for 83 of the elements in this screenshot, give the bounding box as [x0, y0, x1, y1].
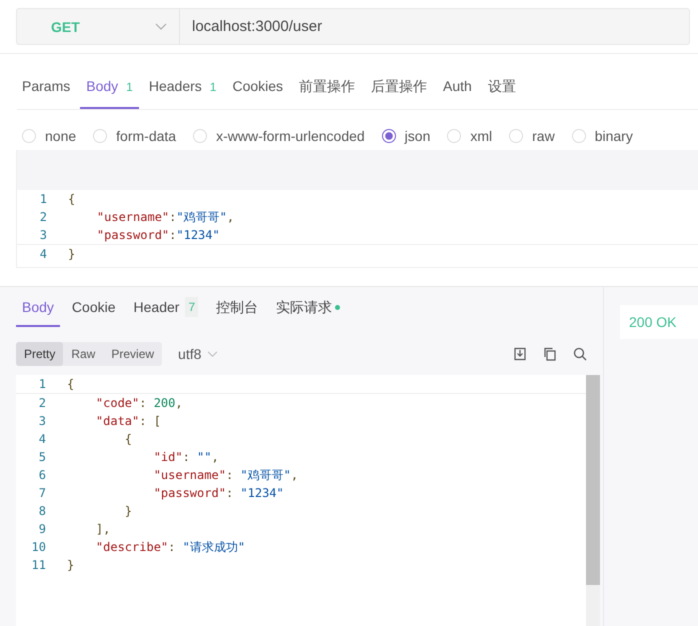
- code-string: "": [197, 450, 212, 464]
- radio-label: none: [45, 128, 76, 144]
- code-punctuation: :: [169, 210, 176, 224]
- search-icon[interactable]: [573, 347, 587, 361]
- code-punctuation: :: [139, 414, 146, 428]
- code-punctuation: }: [68, 247, 76, 261]
- chevron-down-icon: [155, 22, 167, 30]
- response-tab[interactable]: 实际请求: [270, 297, 346, 327]
- scrollbar-thumb[interactable]: [586, 375, 600, 585]
- code-punctuation: :: [169, 228, 176, 242]
- copy-icon[interactable]: [543, 347, 557, 361]
- encoding-select[interactable]: utf8: [178, 346, 218, 362]
- request-tab[interactable]: Params: [22, 76, 70, 109]
- radio-label: form-data: [116, 128, 176, 144]
- code-punctuation: :: [182, 450, 190, 464]
- radio-button[interactable]: [382, 129, 396, 143]
- code-punctuation: ,: [212, 450, 219, 464]
- line-number: 5: [38, 449, 47, 466]
- radio-label: binary: [594, 128, 633, 144]
- line-number: 4: [38, 431, 47, 448]
- line-number: 1: [38, 376, 47, 393]
- code-key: "data": [96, 414, 140, 428]
- code-key: "username": [154, 468, 226, 482]
- code-key: "code": [96, 396, 140, 410]
- code-punctuation: ,: [175, 396, 183, 410]
- line-number: 6: [38, 467, 47, 484]
- line-number: 1: [38, 191, 48, 208]
- code-punctuation: }: [124, 504, 132, 518]
- status-badge: 200 OK: [620, 305, 698, 339]
- code-punctuation: :: [226, 468, 234, 482]
- radio-label: json: [404, 128, 430, 144]
- line-number: 7: [38, 485, 47, 502]
- line-number: 3: [38, 413, 47, 430]
- view-mode-tab[interactable]: Pretty: [16, 342, 64, 366]
- code-punctuation: [: [154, 414, 161, 428]
- url-field[interactable]: localhost:3000/user: [180, 8, 690, 45]
- code-punctuation: :: [226, 486, 234, 500]
- code-punctuation: :: [139, 396, 146, 410]
- line-number: 9: [38, 521, 47, 538]
- line-number: 11: [30, 557, 47, 574]
- code-string: "鸡哥哥": [176, 210, 227, 224]
- request-tab[interactable]: 后置操作: [371, 76, 428, 109]
- request-tab[interactable]: Cookies: [232, 76, 284, 109]
- code-punctuation: {: [67, 377, 74, 391]
- request-tab[interactable]: 设置: [488, 76, 516, 109]
- download-icon[interactable]: [513, 347, 527, 361]
- code-key: "password": [96, 228, 170, 242]
- code-number: 200: [154, 396, 176, 410]
- response-tab[interactable]: 控制台: [210, 297, 264, 327]
- response-tab[interactable]: Body: [16, 297, 60, 327]
- radio-label: x-www-form-urlencoded: [216, 128, 365, 144]
- request-tab[interactable]: Headers 1: [148, 76, 216, 109]
- request-tab[interactable]: 前置操作: [299, 76, 356, 109]
- code-key: "username": [96, 210, 170, 224]
- line-number: 3: [38, 227, 48, 244]
- code-string: "请求成功": [182, 540, 246, 554]
- code-string: "1234": [240, 486, 284, 500]
- code-punctuation: ],: [96, 522, 110, 536]
- code-key: "describe": [96, 540, 168, 554]
- radio-label: raw: [532, 128, 555, 144]
- code-string: "鸡哥哥": [240, 468, 291, 482]
- radio-label: xml: [470, 128, 492, 144]
- code-string: "1234": [176, 228, 220, 242]
- code-punctuation: ,: [226, 210, 234, 224]
- code-punctuation: {: [124, 432, 132, 446]
- view-mode-tab[interactable]: Preview: [103, 342, 162, 366]
- line-number: 2: [38, 209, 48, 226]
- request-tab[interactable]: Auth: [443, 76, 472, 109]
- code-punctuation: }: [67, 558, 74, 572]
- code-key: "id": [154, 450, 183, 464]
- response-tab[interactable]: Header 7: [128, 297, 204, 327]
- code-punctuation: ,: [290, 468, 298, 482]
- line-number: 4: [38, 246, 48, 263]
- chevron-down-icon: [207, 350, 218, 358]
- request-tab[interactable]: Body 1: [80, 76, 139, 109]
- line-number: 8: [38, 503, 47, 520]
- code-punctuation: {: [68, 192, 76, 206]
- response-tab[interactable]: Cookie: [66, 297, 122, 327]
- code-punctuation: :: [168, 540, 176, 554]
- line-number: 10: [30, 539, 47, 556]
- code-key: "password": [154, 486, 226, 500]
- line-number: 2: [38, 395, 47, 412]
- view-mode-tab[interactable]: Raw: [63, 342, 104, 366]
